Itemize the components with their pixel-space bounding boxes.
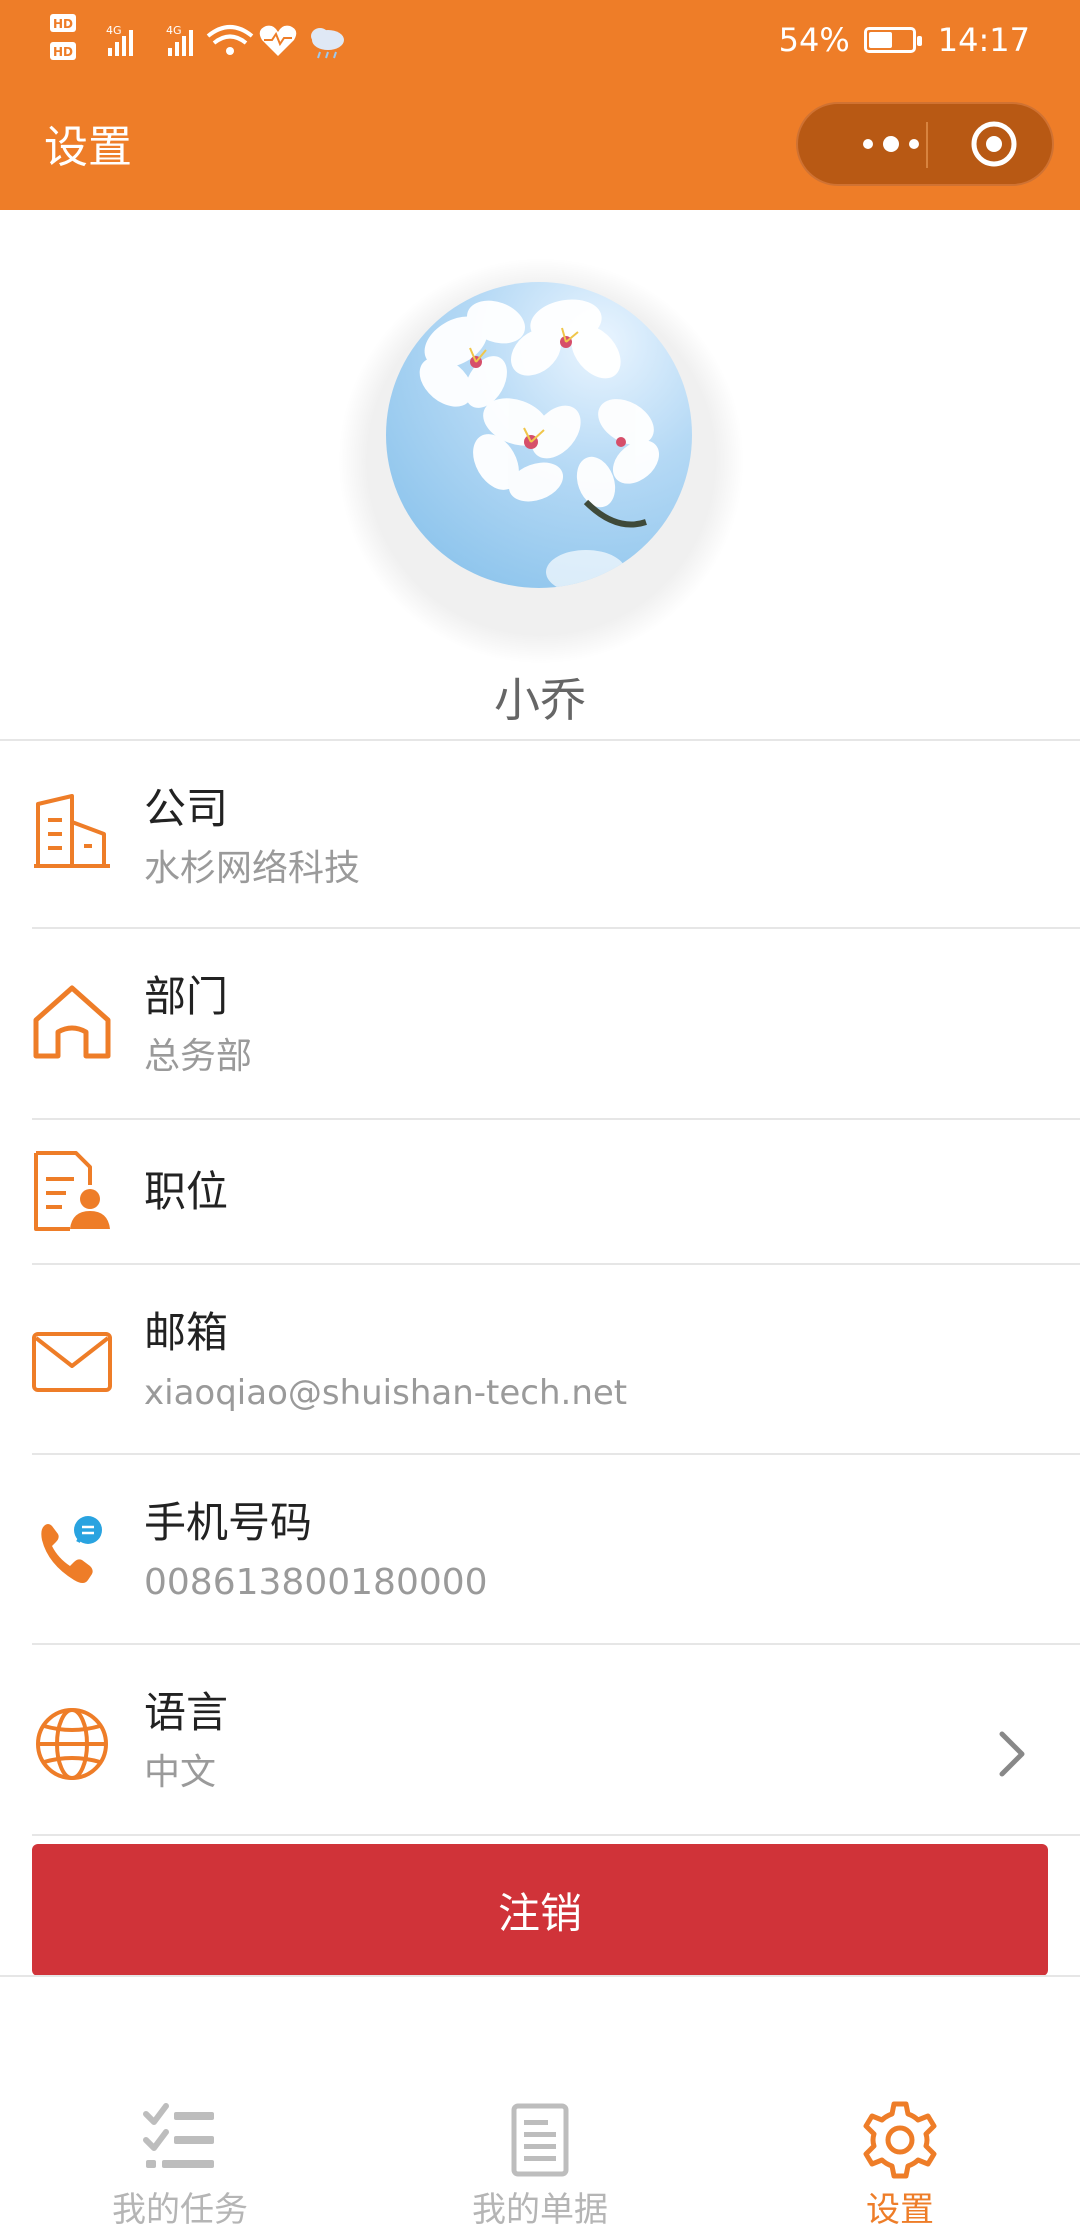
id-card-icon <box>34 1151 110 1231</box>
row-phone: 手机号码 008613800180000 <box>0 1454 1080 1644</box>
mini-program-capsule <box>796 102 1054 186</box>
row-language[interactable]: 语言 中文 <box>0 1644 1080 1834</box>
mail-icon <box>32 1332 112 1392</box>
row-value: 中文 <box>144 1752 217 1793</box>
dot <box>909 139 919 149</box>
row-title: 邮箱 <box>144 1308 229 1357</box>
logout-button[interactable]: 注销 <box>32 1844 1048 1976</box>
row-value: 总务部 <box>144 1036 253 1077</box>
tab-label: 我的单据 <box>472 2190 608 2230</box>
page-title: 设置 <box>44 122 132 173</box>
row-title: 手机号码 <box>144 1498 313 1547</box>
signal-status-icons: HD HD 4G 4G <box>50 14 344 60</box>
more-button[interactable] <box>836 104 946 184</box>
globe-icon <box>36 1708 108 1780</box>
chevron-right-icon <box>999 1731 1025 1777</box>
row-email: 邮箱 xiaoqiao@shuishan-tech.net <box>0 1264 1080 1454</box>
capsule-divider <box>926 122 928 168</box>
row-company: 公司 水杉网络科技 <box>0 740 1080 928</box>
row-title: 语言 <box>144 1688 229 1737</box>
battery-icon <box>863 27 922 53</box>
header: HD HD 4G 4G 54% 14:17 设置 <box>0 0 1080 210</box>
row-title: 部门 <box>144 972 229 1021</box>
status-right: 54% 14:17 <box>779 18 1030 62</box>
status-bar: HD HD 4G 4G 54% 14:17 <box>0 0 1080 80</box>
tab-label: 我的任务 <box>112 2190 248 2230</box>
username: 小乔 <box>494 673 586 727</box>
svg-text:HD: HD <box>53 17 73 31</box>
row-title: 公司 <box>144 784 229 833</box>
phone-icon <box>41 1516 102 1583</box>
divider <box>0 1975 1080 1977</box>
row-value: 008613800180000 <box>144 1562 488 1603</box>
avatar[interactable] <box>386 282 692 588</box>
svg-text:4G: 4G <box>166 24 182 37</box>
document-icon <box>511 2103 569 2177</box>
row-title: 职位 <box>144 1167 229 1216</box>
dot <box>883 136 899 152</box>
clock: 14:17 <box>937 21 1030 59</box>
tab-settings[interactable]: 设置 <box>750 2100 1050 2232</box>
row-value: 水杉网络科技 <box>144 848 361 889</box>
gear-icon <box>863 2101 937 2179</box>
tab-my-tasks[interactable]: 我的任务 <box>30 2100 330 2232</box>
row-value: xiaoqiao@shuishan-tech.net <box>144 1373 628 1413</box>
close-target-icon[interactable] <box>968 118 1020 170</box>
battery-percent: 54% <box>778 21 850 59</box>
status-left: HD HD 4G 4G <box>48 12 368 72</box>
tab-label: 设置 <box>866 2190 934 2230</box>
divider <box>32 1834 1080 1836</box>
logout-label: 注销 <box>497 1888 582 1938</box>
building-icon <box>34 794 110 868</box>
row-department: 部门 总务部 <box>0 928 1080 1118</box>
house-icon <box>33 985 111 1059</box>
tab-my-documents[interactable]: 我的单据 <box>390 2100 690 2232</box>
svg-text:HD: HD <box>53 45 73 59</box>
svg-text:4G: 4G <box>106 24 122 37</box>
cherry-blossom-image <box>419 299 660 588</box>
dot <box>863 139 873 149</box>
row-position: 职位 <box>0 1119 1080 1263</box>
task-list-icon <box>143 2103 214 2168</box>
